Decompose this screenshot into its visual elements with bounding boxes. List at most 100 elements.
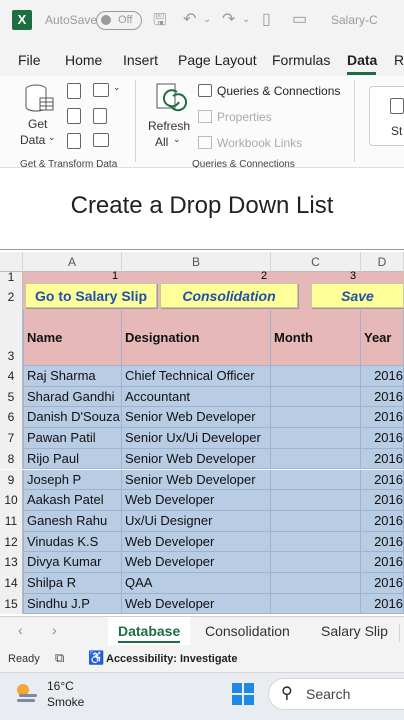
save-icon[interactable]: 🖫 [153,9,167,36]
go-to-salary-slip-button[interactable]: Go to Salary Slip [25,283,157,308]
tab-file[interactable]: File [18,52,41,68]
autosave-toggle[interactable]: Off [96,11,142,30]
header-cell-name[interactable]: Name [23,310,122,366]
cell-year[interactable]: 2016 [361,593,404,615]
row-header[interactable]: 15 [0,593,23,615]
cell-name[interactable]: Raj Sharma [23,366,122,387]
from-text-csv-icon[interactable] [67,83,81,99]
cell-designation[interactable]: QAA [122,573,271,594]
next-sheet-icon[interactable]: › [52,622,57,638]
tab-review[interactable]: Re [394,52,404,68]
from-table-icon[interactable] [67,133,81,149]
cell-month[interactable] [271,386,361,408]
new-file-icon[interactable]: ▯ [262,9,271,29]
row-header[interactable]: 8 [0,448,23,470]
row-header[interactable]: 12 [0,531,23,553]
existing-connections-icon[interactable] [93,108,107,124]
redo-icon[interactable]: ↷ [222,9,235,29]
row-header[interactable]: 5 [0,386,23,408]
cell-month[interactable] [271,428,361,449]
cell-designation[interactable]: Ux/Ui Designer [122,510,271,532]
cell-designation[interactable]: Senior Ux/Ui Developer [122,428,271,449]
cell-year[interactable]: 2016 [361,407,404,429]
cell-designation[interactable]: Web Developer [122,531,271,553]
get-data-dropdown-icon[interactable]: ⌄ [48,132,56,143]
cell-month[interactable] [271,490,361,511]
cell-year[interactable]: 2016 [361,448,404,470]
cell-name[interactable]: Sindhu J.P [23,593,122,615]
column-header-b[interactable]: B [122,252,271,272]
cell-name[interactable]: Vinudas K.S [23,531,122,553]
weather-temp[interactable]: 16°C [47,679,74,693]
column-header-a[interactable]: A [23,252,122,272]
cell-month[interactable] [271,448,361,470]
cell-month[interactable] [271,510,361,532]
cell-year[interactable]: 2016 [361,573,404,594]
cell-year[interactable]: 2016 [361,531,404,553]
weather-condition[interactable]: Smoke [47,695,84,709]
cell-month[interactable] [271,407,361,429]
cell-name[interactable]: Rijo Paul [23,448,122,470]
row-header[interactable]: 4 [0,366,23,387]
row-header[interactable]: 6 [0,407,23,429]
cell-year[interactable]: 2016 [361,510,404,532]
refresh-label-2[interactable]: All [155,135,168,149]
accessibility-icon[interactable]: ♿ [88,650,104,666]
cell-designation[interactable]: Accountant [122,386,271,408]
row-header[interactable]: 10 [0,490,23,511]
cell-name[interactable]: Shilpa R [23,573,122,594]
properties-button[interactable]: Properties [217,110,272,124]
cell-designation[interactable]: Web Developer [122,490,271,511]
get-data-label-2[interactable]: Data [20,133,45,147]
row-header[interactable]: 2 [0,282,23,310]
cell-name[interactable]: Sharad Gandhi [23,386,122,408]
recent-sources-dropdown-icon[interactable]: ⌄ [113,82,121,93]
cell-year[interactable]: 2016 [361,428,404,449]
tab-formulas[interactable]: Formulas [272,52,330,68]
open-file-icon[interactable]: ▭ [292,9,307,29]
sheet-tab-consolidation[interactable]: Consolidation [205,623,290,639]
workbook-links-button[interactable]: Workbook Links [217,136,302,150]
cell-name[interactable]: Ganesh Rahu [23,510,122,532]
get-data-label[interactable]: Get [28,117,47,131]
cell-name[interactable]: Divya Kumar [23,552,122,573]
refresh-all-icon[interactable] [153,82,188,116]
cell-designation[interactable]: Senior Web Developer [122,469,271,491]
header-cell-year[interactable]: Year [361,310,404,366]
save-button[interactable]: Save [311,283,404,308]
select-all-corner[interactable] [0,252,23,272]
row-header[interactable]: 9 [0,469,23,491]
consolidation-button[interactable]: Consolidation [160,283,298,308]
cell-designation[interactable]: Chief Technical Officer [122,366,271,387]
redo-dropdown-icon[interactable]: ⌄ [242,14,250,25]
cell-designation[interactable]: Senior Web Developer [122,448,271,470]
cell-year[interactable]: 2016 [361,469,404,491]
cell-month[interactable] [271,469,361,491]
column-header-c[interactable]: C [271,252,361,272]
tab-page-layout[interactable]: Page Layout [178,52,257,68]
recent-sources-icon[interactable] [93,83,109,97]
queries-connections-button[interactable]: Queries & Connections [217,84,340,98]
cell-month[interactable] [271,552,361,573]
header-cell-month[interactable]: Month [271,310,361,366]
undo-dropdown-icon[interactable]: ⌄ [203,14,211,25]
cell-designation[interactable]: Web Developer [122,593,271,615]
cell-month[interactable] [271,593,361,615]
cell-year[interactable]: 2016 [361,552,404,573]
sheet-tab-salary-slip[interactable]: Salary Slip [321,623,388,639]
cell-name[interactable]: Pawan Patil [23,428,122,449]
cell-mode-icon[interactable]: ⧉ [55,650,64,666]
cell-month[interactable] [271,531,361,553]
weather-smoke-icon[interactable] [15,682,39,706]
column-header-d[interactable]: D [361,252,404,272]
cell-year[interactable]: 2016 [361,386,404,408]
cell-name[interactable]: Danish D'Souza [23,407,122,429]
tab-home[interactable]: Home [65,52,102,68]
refresh-dropdown-icon[interactable]: ⌄ [173,134,181,145]
accessibility-status[interactable]: Accessibility: Investigate [106,653,237,665]
prev-sheet-icon[interactable]: ‹ [18,622,23,638]
from-picture-icon[interactable] [93,133,109,147]
sheet-tab-database[interactable]: Database [118,623,180,639]
cell-designation[interactable]: Web Developer [122,552,271,573]
row-header[interactable]: 7 [0,428,23,449]
